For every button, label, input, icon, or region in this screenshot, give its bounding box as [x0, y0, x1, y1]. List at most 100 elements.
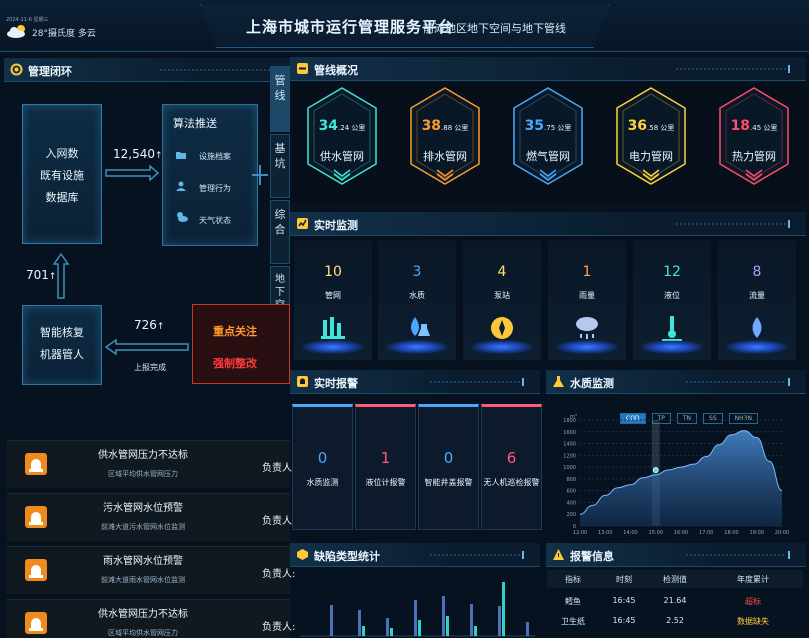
- alert-person: 负责人:: [262, 516, 296, 527]
- x-tick-label: 19:00: [750, 530, 764, 536]
- page-subtitle: · 前滩地区地下空间与地下管线: [416, 22, 566, 35]
- focus-line-1: 重点关注: [213, 325, 257, 338]
- area-fill: [580, 430, 782, 526]
- monitor-tile[interactable]: 4 泵站: [463, 240, 541, 360]
- alarm-card[interactable]: 0 水质监测: [292, 404, 353, 530]
- alarm-icon: [25, 559, 47, 581]
- pump-icon: [491, 317, 513, 339]
- header: 上海市城市运行管理服务平台 · 前滩地区地下空间与地下管线 2024-11-6 …: [0, 0, 809, 52]
- pipeline-card[interactable]: 34.24 公里 供水管网: [306, 86, 378, 192]
- tile-glow-base: [726, 340, 788, 354]
- monitor-value: 10: [324, 264, 342, 280]
- monitor-value: 8: [752, 264, 762, 280]
- cell-time: 16:45: [612, 596, 636, 605]
- pipeline-card[interactable]: 35.75 公里 燃气管网: [512, 86, 584, 192]
- focus-box[interactable]: 重点关注 强制整改: [192, 304, 290, 384]
- arrow-left-icon: [104, 338, 189, 356]
- alarm-info-panel-header: 报警信息: [546, 543, 806, 567]
- cell-name: 鳕鱼: [565, 597, 581, 606]
- monitor-tile[interactable]: 10 管网: [294, 240, 372, 360]
- loop-panel-title: 管理闭环: [28, 65, 72, 78]
- level-icon: [662, 316, 682, 341]
- monitor-tile[interactable]: 3 水质: [378, 240, 456, 360]
- tab-integrated[interactable]: 综合: [270, 200, 290, 264]
- alert-row[interactable]: 雨水管网水位预警 前滩大道雨水管网水位监测 负责人:: [7, 546, 295, 594]
- length-dec: .88: [441, 124, 453, 132]
- monitor-tile[interactable]: 12 液位: [633, 240, 711, 360]
- alert-row[interactable]: 供水管网压力不达标 区域平均供水管网压力 负责人:: [7, 599, 295, 638]
- x-tick-label: 17:00: [699, 530, 713, 536]
- length-unit: 公里: [761, 124, 778, 132]
- water-panel-title: 水质监测: [570, 377, 614, 390]
- tab-pipeline[interactable]: 管线: [270, 66, 290, 132]
- tab-foundation-pit-label: 基坑: [274, 142, 286, 170]
- alarm-type: 无人机巡检报警: [483, 478, 540, 487]
- x-tick-label: 13:00: [598, 530, 612, 536]
- alarm-card[interactable]: 1 液位计报警: [355, 404, 416, 530]
- alarm-card[interactable]: 0 智能井盖报警: [418, 404, 479, 530]
- monitor-tile[interactable]: 8 流量: [718, 240, 796, 360]
- x-tick-label: 14:00: [623, 530, 637, 536]
- loop-panel-header: 管理闭环: [4, 58, 290, 82]
- cell-status: 数据缺失: [737, 617, 769, 626]
- ai-verify-box[interactable]: 智能核复 机器管人: [22, 305, 102, 385]
- water-panel-header: 水质监测: [546, 370, 806, 394]
- pipeline-length: 36.58 公里: [615, 118, 687, 134]
- header-decoration: [676, 220, 790, 228]
- monitor-tile[interactable]: 1 雨量: [548, 240, 626, 360]
- alert-title: 供水管网压力不达标: [98, 609, 188, 620]
- tile-glow-base: [556, 340, 618, 354]
- source-line-3: 数据库: [45, 191, 79, 204]
- monitor-value: 4: [497, 264, 507, 280]
- pipeline-card[interactable]: 38.88 公里 排水管网: [409, 86, 481, 192]
- x-tick-label: 18:00: [724, 530, 738, 536]
- algorithm-push-box[interactable]: 算法推送 设施档案 管理行为 天气状态: [162, 104, 258, 246]
- y-tick-label: 200: [566, 512, 576, 518]
- defect-icon: [297, 549, 308, 560]
- pipeline-length: 18.45 公里: [718, 118, 790, 134]
- y-tick-label: 1600: [563, 430, 576, 436]
- y-tick-label: 600: [566, 489, 576, 495]
- pipeline-card[interactable]: 36.58 公里 电力管网: [615, 86, 687, 192]
- flask-icon: [553, 376, 564, 387]
- cell-value: 21.64: [663, 596, 687, 605]
- source-line-2: 既有设施: [40, 169, 84, 182]
- cell-name: 卫生纸: [561, 617, 585, 626]
- algo-item-1: 设施档案: [199, 152, 231, 161]
- col-header: 年度累计: [737, 575, 769, 584]
- hexagon-frame: [719, 87, 789, 185]
- alarm-card[interactable]: 6 无人机巡检报警: [481, 404, 542, 530]
- alarm-panel-icon: [297, 376, 308, 387]
- defect-panel-title: 缺陷类型统计: [314, 550, 380, 563]
- defect-chart: [300, 582, 535, 637]
- alert-row[interactable]: 污水管网水位预警 前滩大道污水管网水位监测 负责人:: [7, 493, 295, 541]
- overview-panel-header: 管线概况: [290, 57, 806, 81]
- alert-row[interactable]: 供水管网压力不达标 区域平均供水管网压力 负责人:: [7, 440, 295, 488]
- source-database-box[interactable]: 入网数 既有设施 数据库: [22, 104, 102, 244]
- length-unit: 公里: [555, 124, 572, 132]
- tab-foundation-pit[interactable]: 基坑: [270, 134, 290, 198]
- alarm-count: 6: [506, 449, 517, 467]
- tile-glow-base: [386, 340, 448, 354]
- rain-icon: [576, 317, 598, 339]
- pipeline-length: 38.88 公里: [409, 118, 481, 134]
- pipeline-card[interactable]: 18.45 公里 热力管网: [718, 86, 790, 192]
- col-header: 时刻: [616, 575, 632, 584]
- length-int: 34: [318, 118, 339, 134]
- alarm-icon: [25, 453, 47, 475]
- overview-panel-title: 管线概况: [314, 64, 358, 77]
- pipeline-name: 电力管网: [629, 150, 673, 163]
- algo-item-2: 管理行为: [199, 184, 231, 193]
- ai-line-2: 机器管人: [40, 348, 84, 361]
- alarm-type: 液位计报警: [365, 478, 406, 487]
- arrow-right-icon: [105, 165, 160, 181]
- count-in-value: 12,540: [113, 147, 155, 161]
- alarm-icon: [25, 612, 47, 634]
- length-unit: 公里: [349, 124, 366, 132]
- pipeline-icon: [297, 63, 308, 74]
- ai-line-1: 智能核复: [40, 326, 84, 339]
- tile-glow-base: [641, 340, 703, 354]
- hexagon-frame: [616, 87, 686, 185]
- count-report: 726↑: [134, 318, 164, 332]
- x-tick-label: 20:00: [775, 530, 789, 536]
